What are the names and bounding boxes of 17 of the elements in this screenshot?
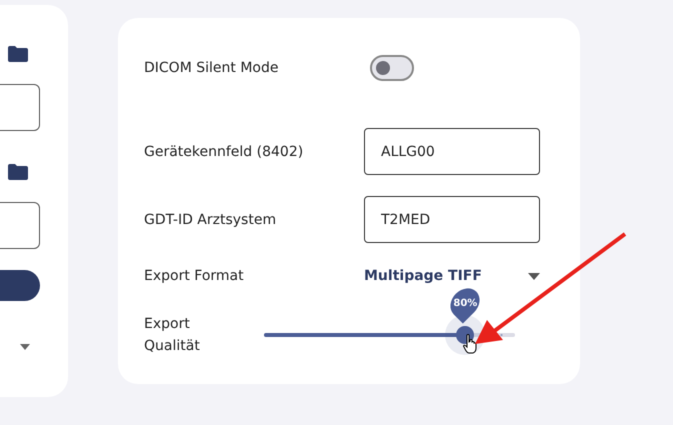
field-label: Export Format (144, 267, 245, 286)
caret-icon[interactable] (20, 344, 30, 350)
toggle-switch[interactable] (370, 55, 414, 81)
field-label: DICOM Silent Mode (144, 59, 280, 78)
button[interactable] (0, 270, 40, 301)
format-dropdown[interactable]: Multipage TIFF (364, 268, 540, 284)
caret-icon (528, 272, 540, 280)
field-label: Gerätekennfeld (8402) (144, 142, 304, 162)
input-field[interactable]: T2MED (364, 196, 540, 243)
input-field[interactable] (0, 202, 40, 249)
input-field[interactable] (0, 84, 40, 131)
hand-cursor-icon (462, 334, 477, 354)
field-label: Export Qualität (144, 315, 201, 356)
input-field[interactable]: ALLG00 (364, 128, 540, 175)
folder-icon[interactable] (8, 46, 28, 62)
field-label: GDT-ID Arztsystem (144, 210, 278, 230)
folder-icon[interactable] (8, 164, 28, 180)
